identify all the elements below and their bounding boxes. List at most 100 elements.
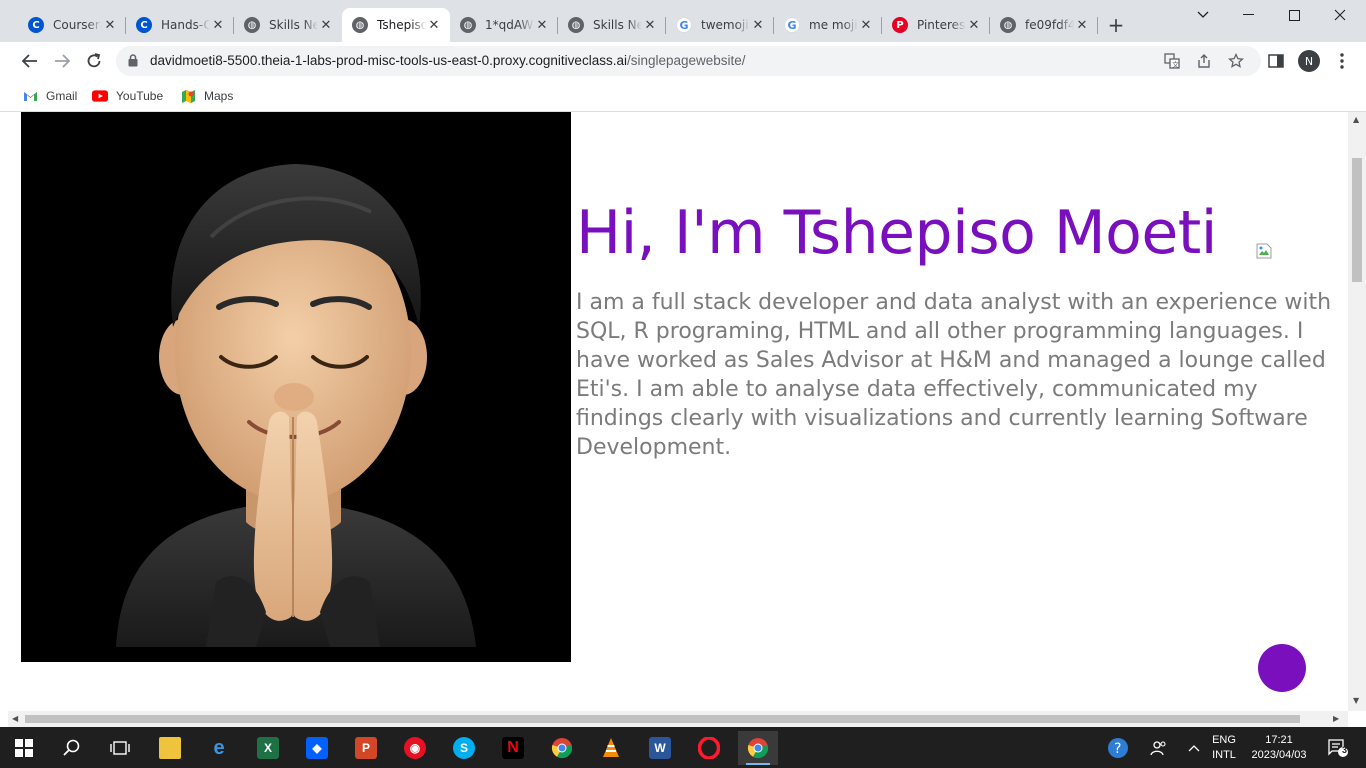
profile-avatar[interactable]: N (1298, 50, 1320, 72)
tab-image-2[interactable]: ◍ fe09fdf4 ✕ (990, 8, 1098, 42)
show-hidden-icons-button[interactable] (1182, 727, 1206, 768)
scroll-left-icon[interactable]: ◀ (12, 714, 18, 723)
horizontal-scrollbar[interactable]: ◀ ▶ (8, 711, 1348, 727)
tab-pinterest[interactable]: P Pinterest ✕ (882, 8, 990, 42)
tab-search-button[interactable] (1180, 0, 1226, 30)
google-icon: G (676, 17, 692, 33)
bookmark-gmail[interactable]: Gmail (22, 85, 77, 107)
clock[interactable]: 17:21 2023/04/03 (1244, 727, 1314, 768)
taskbar-file-explorer[interactable] (150, 731, 190, 765)
bookmark-star-icon[interactable] (1226, 51, 1246, 71)
youtube-icon (92, 89, 108, 103)
taskbar-skype[interactable]: S (444, 731, 484, 765)
chrome-icon (551, 738, 573, 759)
scroll-up-icon[interactable]: ▲ (1353, 115, 1359, 124)
skype-icon: S (453, 737, 475, 759)
scroll-right-icon[interactable]: ▶ (1333, 714, 1339, 723)
vlc-icon (603, 738, 619, 757)
close-window-button[interactable] (1317, 0, 1363, 30)
coursera-icon: C (28, 17, 44, 33)
bookmark-youtube[interactable]: YouTube (92, 85, 163, 107)
taskbar-word[interactable]: W (640, 731, 680, 765)
minimize-button[interactable] (1225, 0, 1271, 30)
taskbar-powerpoint[interactable]: P (346, 731, 386, 765)
bookmarks-bar: Gmail YouTube Maps (0, 80, 1366, 112)
help-tray-button[interactable]: ? (1102, 727, 1134, 768)
side-panel-button[interactable] (1265, 50, 1287, 72)
opera-icon (698, 737, 720, 759)
vertical-scrollbar[interactable]: ▲ ▼ (1348, 112, 1366, 711)
tab-hands-on-lab[interactable]: C Hands-On Lab ✕ (126, 8, 234, 42)
tab-twemoji[interactable]: G twemoji ✕ (666, 8, 774, 42)
taskbar-edge[interactable]: e (199, 731, 239, 765)
page-viewport: Hi, I'm Tshepiso Moeti I am a full stack… (8, 112, 1348, 711)
tab-tshepiso-moeti[interactable]: ◍ Tshepiso Moeti ✕ (342, 8, 450, 42)
excel-icon: X (257, 737, 279, 759)
edge-icon: e (213, 736, 225, 759)
menu-button[interactable] (1331, 50, 1353, 72)
minimize-icon (1242, 14, 1254, 15)
close-icon[interactable]: ✕ (318, 18, 334, 33)
url-text[interactable]: davidmoeti8-5500.theia-1-labs-prod-misc-… (150, 53, 746, 68)
close-icon[interactable]: ✕ (534, 18, 550, 33)
svg-text:文: 文 (1172, 60, 1179, 69)
tab-title: Hands-On Lab (161, 18, 210, 32)
taskbar-excel[interactable]: X (248, 731, 288, 765)
globe-icon: ◍ (352, 17, 368, 33)
chrome-icon (747, 738, 769, 759)
profile-portrait (21, 112, 571, 662)
start-button[interactable] (4, 731, 44, 765)
floating-action-button[interactable] (1258, 644, 1306, 692)
taskbar-dropbox[interactable]: ◆ (297, 731, 337, 765)
close-icon[interactable]: ✕ (858, 18, 874, 33)
window-frame (0, 112, 8, 727)
close-icon (1334, 9, 1346, 21)
browser-toolbar: davidmoeti8-5500.theia-1-labs-prod-misc-… (0, 42, 1366, 80)
tab-skills-network[interactable]: ◍ Skills Network ✕ (234, 8, 342, 42)
taskbar-chrome-profile[interactable] (738, 731, 778, 765)
lock-icon[interactable] (128, 54, 138, 67)
globe-icon: ◍ (460, 17, 476, 33)
netflix-icon: N (502, 737, 524, 759)
translate-icon[interactable]: 文 (1162, 51, 1182, 71)
share-icon[interactable] (1194, 51, 1214, 71)
close-icon[interactable]: ✕ (750, 18, 766, 33)
tab-strip: C Coursera ✕ C Hands-On Lab ✕ ◍ Skills N… (0, 0, 1366, 42)
tab-coursera[interactable]: C Coursera ✕ (18, 8, 126, 42)
close-icon[interactable]: ✕ (102, 18, 118, 33)
taskbar-netflix[interactable]: N (493, 731, 533, 765)
close-icon[interactable]: ✕ (426, 18, 442, 33)
new-tab-button[interactable]: + (1104, 14, 1128, 38)
people-tray-button[interactable] (1146, 727, 1172, 768)
vertical-scroll-thumb[interactable] (1352, 158, 1362, 282)
search-icon (63, 739, 80, 756)
tab-me-moji[interactable]: G me moji ✕ (774, 8, 882, 42)
search-button[interactable] (52, 731, 92, 765)
bookmark-maps[interactable]: Maps (180, 85, 233, 107)
address-bar[interactable]: davidmoeti8-5500.theia-1-labs-prod-misc-… (116, 46, 1261, 76)
maximize-button[interactable] (1271, 0, 1317, 30)
reload-button[interactable] (82, 49, 106, 73)
taskbar-chrome[interactable] (542, 731, 582, 765)
taskbar-opera[interactable] (689, 731, 729, 765)
close-icon[interactable]: ✕ (210, 18, 226, 33)
forward-button[interactable] (50, 49, 74, 73)
tab-title: fe09fdf4 (1025, 18, 1074, 32)
taskbar-vlc[interactable] (591, 731, 631, 765)
tab-image[interactable]: ◍ 1*qdAW ✕ (450, 8, 558, 42)
close-icon[interactable]: ✕ (642, 18, 658, 33)
maximize-icon (1288, 9, 1300, 21)
tab-title: Skills Network (593, 18, 642, 32)
taskbar-screen-recorder[interactable]: ◉ (395, 731, 435, 765)
back-button[interactable] (18, 49, 42, 73)
action-center-button[interactable]: 3 (1318, 727, 1358, 768)
windows-taskbar: e X ◆ P ◉ S N W ? ENG INTL 17:21 2023/04… (0, 727, 1366, 768)
close-icon[interactable]: ✕ (1074, 18, 1090, 33)
input-language-button[interactable]: ENG INTL (1206, 727, 1242, 768)
tab-skills-network-2[interactable]: ◍ Skills Network ✕ (558, 8, 666, 42)
horizontal-scroll-thumb[interactable] (25, 715, 1300, 723)
help-icon: ? (1108, 737, 1128, 758)
close-icon[interactable]: ✕ (966, 18, 982, 33)
task-view-button[interactable] (100, 731, 140, 765)
scroll-down-icon[interactable]: ▼ (1353, 696, 1359, 705)
